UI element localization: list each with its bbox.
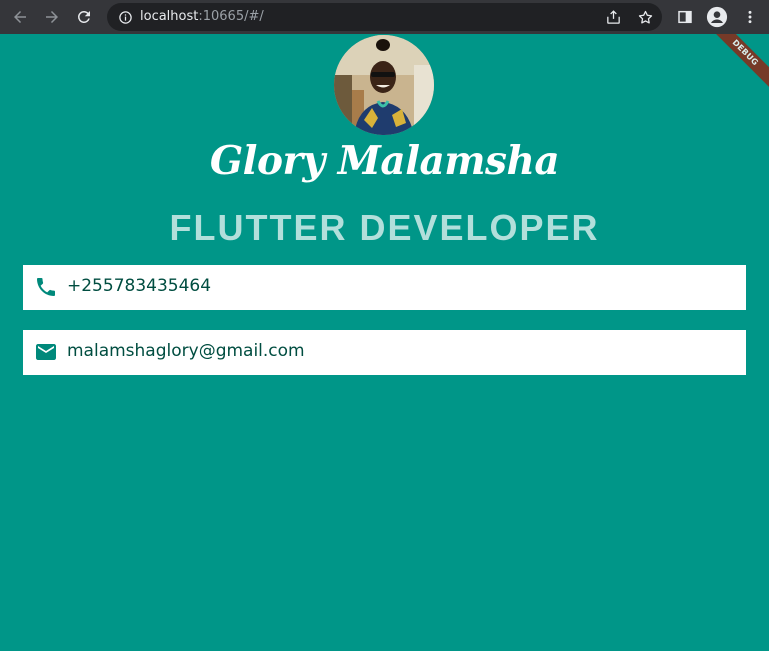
url-text: localhost:10665/#/ [140,9,264,24]
reload-button[interactable] [72,5,96,29]
back-arrow-icon [14,11,26,23]
profile-button[interactable] [705,5,729,29]
email-card[interactable]: malamshaglory@gmail.com [23,330,746,375]
info-icon [118,10,132,24]
browser-menu-button[interactable] [738,5,762,29]
app-viewport: Glory Malamsha FLUTTER DEVELOPER +255783… [0,34,769,651]
site-info-button[interactable] [115,7,135,27]
bookmark-star-icon [638,10,652,24]
mail-icon [36,344,56,360]
bookmark-button[interactable] [635,7,655,27]
debug-banner-label: DEBUG [709,34,769,94]
back-button[interactable] [8,5,32,29]
phone-number: +255783435464 [67,276,212,296]
profile-name: Glory Malamsha [209,138,560,184]
forward-arrow-icon [46,11,58,23]
forward-button[interactable] [40,5,64,29]
side-panel-icon [678,10,692,24]
share-icon [606,9,620,24]
phone-card[interactable]: +255783435464 [23,265,746,310]
url-path: :10665/#/ [198,9,264,24]
side-panel-button[interactable] [673,5,697,29]
email-address: malamshaglory@gmail.com [67,341,305,361]
share-button[interactable] [603,7,623,27]
debug-banner: DEBUG [709,34,769,94]
address-bar[interactable]: localhost:10665/#/ [107,3,662,31]
reload-icon [77,10,90,23]
profile-title: FLUTTER DEVELOPER [169,207,600,248]
kebab-menu-icon [748,10,752,24]
profile-photo [334,35,434,135]
profile-icon [706,6,728,28]
avatar [334,35,434,135]
url-host: localhost [140,9,199,24]
phone-icon [37,278,55,296]
browser-toolbar: localhost:10665/#/ [0,0,769,34]
